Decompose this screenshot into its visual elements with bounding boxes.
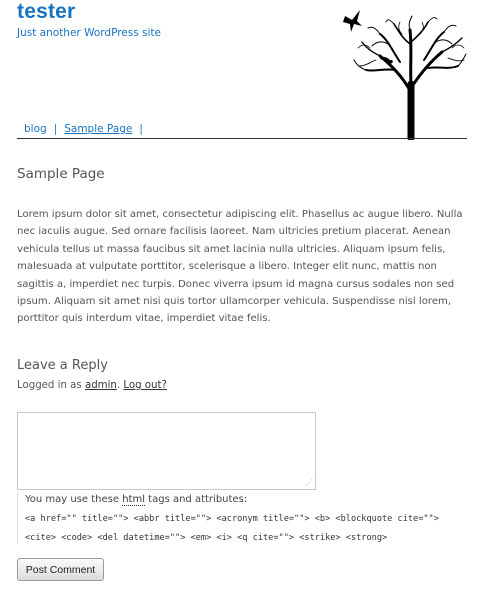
allowed-intro-text: You may use these bbox=[25, 494, 123, 505]
tree-with-birds-icon bbox=[343, 10, 467, 140]
header-divider bbox=[17, 138, 467, 139]
logged-in-prefix: Logged in as bbox=[17, 380, 85, 391]
reply-heading: Leave a Reply bbox=[17, 358, 108, 373]
html-abbr: html bbox=[122, 494, 145, 506]
profile-link[interactable]: admin bbox=[85, 380, 117, 391]
allowed-tags-note: You may use these html tags and attribut… bbox=[17, 493, 472, 544]
page-title: Sample Page bbox=[17, 166, 105, 182]
nav-separator: | bbox=[53, 123, 58, 135]
allowed-tags-intro: You may use these html tags and attribut… bbox=[25, 493, 472, 506]
post-comment-button[interactable]: Post Comment bbox=[17, 558, 104, 581]
comment-textarea[interactable] bbox=[17, 412, 316, 490]
allowed-tags-code: <a href="" title=""> <abbr title=""> <ac… bbox=[25, 514, 445, 543]
nav-item-blog[interactable]: blog bbox=[22, 123, 49, 135]
allowed-intro-text-end: tags and attributes: bbox=[145, 494, 248, 505]
page-content: Lorem ipsum dolor sit amet, consectetur … bbox=[17, 209, 463, 325]
resize-handle-icon[interactable]: ⋰ bbox=[305, 479, 313, 487]
nav-separator: | bbox=[139, 123, 143, 135]
nav-item-sample-page[interactable]: Sample Page bbox=[62, 123, 134, 135]
site-tagline: Just another WordPress site bbox=[17, 27, 162, 39]
site-title[interactable]: tester bbox=[17, 0, 75, 24]
logout-link[interactable]: Log out? bbox=[123, 380, 167, 391]
logged-in-notice: Logged in as admin. Log out? bbox=[17, 380, 167, 391]
main-nav: blog | Sample Page | bbox=[22, 123, 148, 135]
